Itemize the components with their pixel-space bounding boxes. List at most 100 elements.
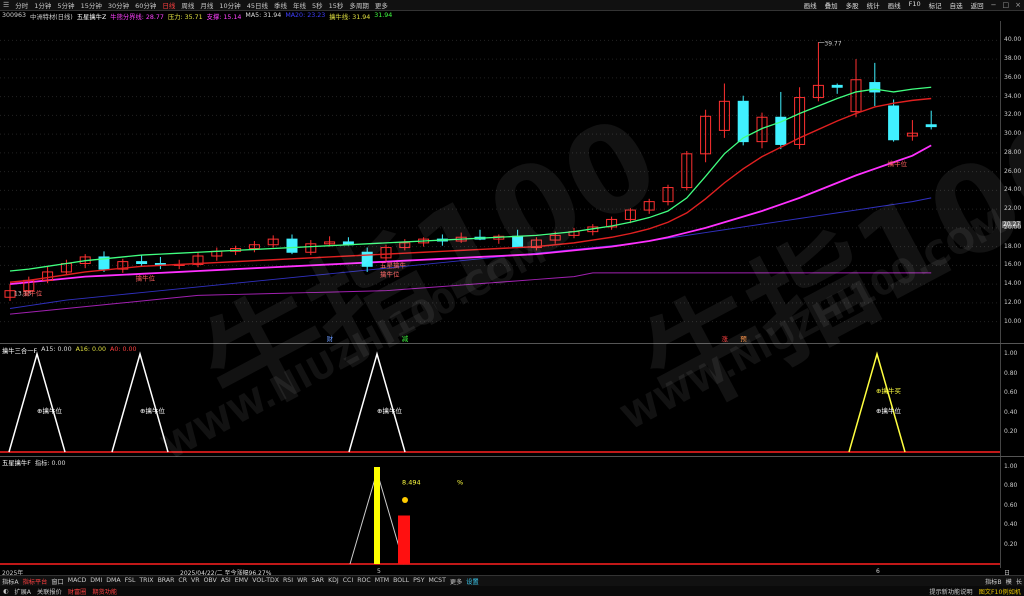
sub1-chart[interactable]: ⊕擒牛位 ⊕擒牛位 ⊕擒牛位 ⊕擒牛买 ⊕擒牛位 (0, 344, 1000, 456)
status-item-quote[interactable]: 关联报价 (34, 587, 65, 596)
indicator-tab[interactable]: SAR (309, 577, 326, 586)
indicator-tab[interactable]: RSI (281, 577, 295, 586)
timeframe-tab[interactable]: 1分钟 (31, 0, 54, 10)
timeframe-tab[interactable]: 季线 (271, 0, 290, 10)
indicator-tab[interactable]: 更多 (448, 577, 464, 586)
timeframe-tab[interactable]: 年线 (290, 0, 309, 10)
indicator-tab[interactable]: CR (176, 577, 189, 586)
candle-body (831, 84, 843, 88)
indicator-tab[interactable]: CCI (341, 577, 355, 586)
expand-toggle[interactable]: ◐ (0, 588, 11, 595)
indicator-tab[interactable]: 设置 (464, 577, 480, 586)
sub1-signal-peak (348, 351, 406, 453)
timeframe-tab[interactable]: 分时 (12, 0, 31, 10)
candle-body (512, 235, 524, 249)
minimize-icon[interactable]: − (988, 1, 1000, 9)
timeframe-tab[interactable]: 10分钟 (216, 0, 243, 10)
toolbar-button[interactable]: 统计 (863, 0, 884, 10)
timeframe-tab[interactable]: 周线 (178, 0, 197, 10)
timeframe-tab[interactable]: 15秒 (326, 0, 347, 10)
indicator-tab[interactable]: MTM (373, 577, 391, 586)
candle-body (869, 82, 881, 93)
price-chart[interactable]: 39.7713.13擒牛位擒牛位 擒牛位五星擒牛擒牛位财减涨预 (0, 21, 1000, 343)
status-f10-tag[interactable]: 图文F10例如机 (976, 587, 1024, 596)
indicator-tab[interactable]: MCST (427, 577, 448, 586)
indicator-tab[interactable]: PSY (411, 577, 426, 586)
status-item-futures[interactable]: 期货功能 (89, 587, 120, 596)
indicator-tab[interactable]: BRAR (156, 577, 177, 586)
sub1-peak-label: ⊕擒牛买 (876, 386, 901, 395)
event-marker: 减 (402, 334, 409, 343)
indicator-right-button[interactable]: 长 (1014, 577, 1024, 586)
timeframe-tab[interactable]: 5分钟 (54, 0, 77, 10)
timeframe-tab[interactable]: 日线 (159, 0, 178, 10)
indicator-tab[interactable]: VOL-TDX (250, 577, 281, 586)
legend-item: 31.94 (374, 12, 393, 19)
timeframe-tab[interactable]: 5秒 (309, 0, 326, 10)
sub1-signal-peak (111, 351, 169, 453)
timeframe-tab[interactable]: 多周期 (346, 0, 372, 10)
status-item-expand[interactable]: 扩展A (11, 587, 34, 596)
sub2-tick: 0.40 (1004, 521, 1018, 529)
indicator-tab[interactable]: DMI (88, 577, 104, 586)
indicator-name[interactable]: 五星擒牛Z (77, 12, 107, 21)
signal-label: 擒牛位 (23, 288, 43, 297)
maximize-icon[interactable]: □ (1000, 1, 1013, 9)
indicator-tab[interactable]: WR (295, 577, 309, 586)
bull-bear-line (9, 144, 932, 286)
indicator-tab[interactable]: 指标A (0, 577, 21, 586)
indicator-tab[interactable]: EMV (233, 577, 250, 586)
sub2-chart[interactable]: 8.494% (0, 457, 1000, 568)
event-marker: 财 (327, 334, 334, 343)
indicator-tab[interactable]: 指标平台 (21, 577, 50, 586)
indicator-right-button[interactable]: 模 (1004, 577, 1014, 586)
toolbar-button[interactable]: 标记 (925, 0, 946, 10)
toolbar-button[interactable]: 画线 (800, 0, 821, 10)
sub2-axis: 1.00 0.80 0.60 0.40 0.20 (1000, 457, 1024, 568)
sub1-tick: 0.60 (1004, 389, 1018, 397)
stock-name[interactable]: 中洲特材(日线) (30, 12, 73, 21)
sub2-tick: 0.80 (1004, 482, 1018, 490)
smiley-icon (402, 496, 408, 503)
price-tick: 16.00 (1004, 261, 1022, 269)
timeframe-tab[interactable]: 15分钟 (78, 0, 105, 10)
toolbar-button[interactable]: 画线 (884, 0, 905, 10)
indicator-tab[interactable]: KDJ (326, 577, 341, 586)
timeframe-tab[interactable]: 月线 (197, 0, 216, 10)
timeframe-tab[interactable]: 更多 (372, 0, 391, 10)
price-tick: 20.00 (1004, 223, 1022, 231)
status-item-wealth[interactable]: 财富圈 (65, 587, 90, 596)
time-label-june: 6 (876, 568, 880, 575)
sub1-tick: 1.00 (1004, 350, 1018, 357)
price-axis: 40.00 38.00 36.00 34.00 32.00 30.00 28.00 26.00… (1000, 21, 1024, 343)
sub2-tick: 0.20 (1004, 540, 1018, 548)
indicator-tab[interactable]: TRIX (137, 577, 155, 586)
toolbar-button[interactable]: 多股 (842, 0, 863, 10)
status-hint[interactable]: 提示新功能说明 (926, 587, 975, 596)
timeframe-tab[interactable]: 30分钟 (105, 0, 132, 10)
indicator-right-button[interactable]: 指标B (983, 577, 1004, 586)
signal-label: 擒牛位 (888, 159, 908, 168)
menu-icon[interactable]: ☰ (0, 1, 12, 9)
toolbar-button[interactable]: 自选 (946, 0, 967, 10)
indicator-tab[interactable]: ROC (355, 577, 373, 586)
timeframe-tab[interactable]: 60分钟 (132, 0, 159, 10)
status-bar: ◐ 扩展A 关联报价 财富圈 期货功能 提示新功能说明 图文F10例如机 (0, 586, 1024, 596)
indicator-tab[interactable]: FSL (123, 577, 138, 586)
indicator-tab[interactable]: MACD (66, 577, 89, 586)
toolbar-button[interactable]: F10 (905, 0, 925, 10)
indicator-tab[interactable]: DMA (104, 577, 122, 586)
candle-body (888, 105, 900, 141)
indicator-tab[interactable]: 窗口 (49, 577, 65, 586)
sub2-value-label: 8.494 (402, 478, 421, 486)
timeframe-tab[interactable]: 45日线 (244, 0, 271, 10)
toolbar-button[interactable]: 叠加 (821, 0, 842, 10)
close-icon[interactable]: × (1012, 1, 1024, 9)
indicator-tab[interactable]: ASI (219, 577, 233, 586)
toolbar-button[interactable]: 返回 (967, 0, 988, 10)
indicator-tab[interactable]: VR (189, 577, 202, 586)
sub1-signal-peak (848, 351, 906, 453)
indicator-tab[interactable]: BOLL (391, 577, 411, 586)
sub1-tick: 0.40 (1004, 408, 1018, 416)
indicator-tab[interactable]: OBV (202, 577, 219, 586)
